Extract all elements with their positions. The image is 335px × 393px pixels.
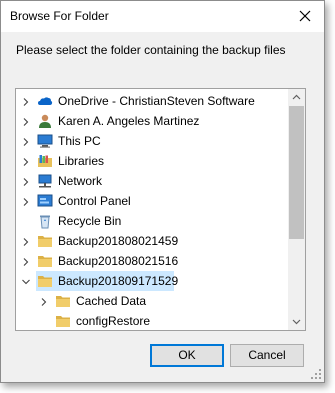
tree-item[interactable]: Backup201808021459 xyxy=(16,231,288,251)
chevron-right-icon[interactable] xyxy=(21,96,31,106)
tree-item[interactable]: configRestore xyxy=(16,311,288,330)
control-panel-icon xyxy=(37,193,53,209)
scroll-down-button[interactable] xyxy=(288,313,305,330)
tree-item-label: Recycle Bin xyxy=(58,214,122,228)
resize-grip-icon[interactable] xyxy=(310,368,322,380)
tree-item[interactable]: Karen A. Angeles Martinez xyxy=(16,111,288,131)
tree-item[interactable]: OneDrive - ChristianSteven Software xyxy=(16,91,288,111)
vertical-scrollbar[interactable] xyxy=(288,89,305,330)
chevron-right-icon[interactable] xyxy=(21,136,31,146)
folder-icon xyxy=(55,313,71,329)
tree-item-label: OneDrive - ChristianSteven Software xyxy=(58,94,255,108)
tree-item-label: Karen A. Angeles Martinez xyxy=(58,114,200,128)
chevron-right-icon[interactable] xyxy=(21,156,31,166)
chevron-right-icon[interactable] xyxy=(21,196,31,206)
instruction-text: Please select the folder containing the … xyxy=(16,43,286,57)
tree-item-label: configRestore xyxy=(76,314,151,328)
scroll-thumb[interactable] xyxy=(289,106,304,239)
folder-tree[interactable]: OneDrive - ChristianSteven Software Karen… xyxy=(15,88,306,331)
tree-item[interactable]: Recycle Bin xyxy=(16,211,288,231)
tree-item-label: Libraries xyxy=(58,154,105,168)
network-icon xyxy=(37,173,53,189)
close-button[interactable] xyxy=(296,7,314,25)
folder-icon xyxy=(37,233,53,249)
tree-item[interactable]: Backup201809171529 xyxy=(16,271,288,291)
chevron-down-icon[interactable] xyxy=(21,276,31,286)
chevron-right-icon[interactable] xyxy=(21,116,31,126)
dialog-title: Browse For Folder xyxy=(10,9,109,23)
tree-item-label: Network xyxy=(58,174,103,188)
tree-item-label: Backup201808021459 xyxy=(58,234,179,248)
folder-icon xyxy=(55,293,71,309)
cancel-button[interactable]: Cancel xyxy=(230,344,304,367)
tree-item-label: Backup201808021516 xyxy=(58,254,179,268)
chevron-right-icon[interactable] xyxy=(39,296,49,306)
tree-item[interactable]: Backup201808021516 xyxy=(16,251,288,271)
chevron-down-icon xyxy=(292,319,301,325)
chevron-right-icon[interactable] xyxy=(21,176,31,186)
tree-item-label: Cached Data xyxy=(76,294,147,308)
title-bar[interactable]: Browse For Folder xyxy=(1,1,324,32)
tree-item[interactable]: Cached Data xyxy=(16,291,288,311)
folder-icon xyxy=(37,273,53,289)
folder-icon xyxy=(37,253,53,269)
chevron-right-icon[interactable] xyxy=(21,236,31,246)
onedrive-icon xyxy=(37,93,53,109)
tree-item-label: Backup201809171529 xyxy=(58,274,179,288)
tree-item-label: Control Panel xyxy=(58,194,131,208)
ok-button[interactable]: OK xyxy=(150,344,224,367)
tree-item[interactable]: Control Panel xyxy=(16,191,288,211)
tree-item-label: This PC xyxy=(58,134,101,148)
user-icon xyxy=(37,113,53,129)
tree-item[interactable]: Network xyxy=(16,171,288,191)
chevron-up-icon xyxy=(292,94,301,100)
close-icon xyxy=(299,10,311,22)
tree-item[interactable]: This PC xyxy=(16,131,288,151)
scroll-up-button[interactable] xyxy=(288,89,305,106)
chevron-right-icon[interactable] xyxy=(21,256,31,266)
tree-item[interactable]: Libraries xyxy=(16,151,288,171)
libraries-icon xyxy=(37,153,53,169)
recycle-bin-icon xyxy=(37,213,53,229)
browse-folder-dialog: Browse For Folder Please select the fold… xyxy=(0,0,325,383)
computer-icon xyxy=(37,133,53,149)
